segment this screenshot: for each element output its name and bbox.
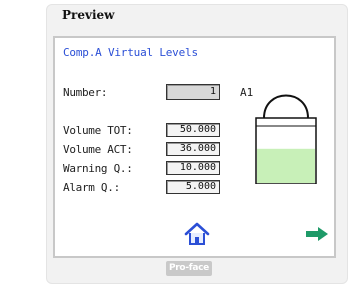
- next-button[interactable]: [305, 226, 329, 242]
- volume-tot-label: Volume TOT:: [63, 124, 133, 137]
- number-label: Number:: [63, 86, 108, 99]
- tank-id-label: A1: [240, 86, 254, 99]
- tank-level-fill: [257, 148, 315, 183]
- tank-handle: [263, 94, 309, 119]
- number-field[interactable]: 1: [166, 84, 220, 100]
- pro-face-logo: Pro-face: [166, 261, 212, 276]
- alarm-q-label: Alarm Q.:: [63, 181, 120, 194]
- tank-graphic: [255, 94, 317, 184]
- volume-act-field[interactable]: 36.000: [166, 142, 220, 156]
- warning-q-label: Warning Q.:: [63, 162, 133, 175]
- screen-title: Comp.A Virtual Levels: [63, 46, 198, 59]
- home-icon: [184, 222, 210, 245]
- warning-q-field[interactable]: 10.000: [166, 161, 220, 175]
- arrow-right-icon: [306, 227, 328, 241]
- home-button[interactable]: [184, 222, 210, 246]
- panel-title: Preview: [62, 8, 115, 22]
- alarm-q-field[interactable]: 5.000: [166, 180, 220, 194]
- volume-act-label: Volume ACT:: [63, 143, 133, 156]
- volume-tot-field[interactable]: 50.000: [166, 123, 220, 137]
